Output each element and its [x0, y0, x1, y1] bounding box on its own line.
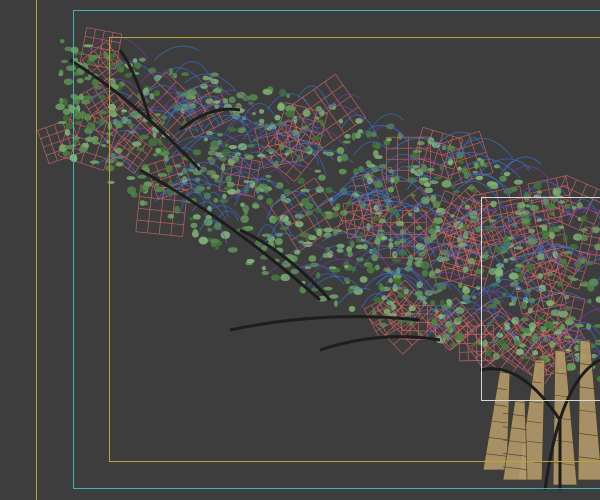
leaf	[57, 121, 68, 125]
leaf	[63, 78, 74, 86]
leaf	[62, 98, 68, 106]
region-render-frame	[481, 197, 600, 401]
leaf	[60, 59, 68, 64]
safe-frame-line	[36, 0, 37, 500]
leaf	[64, 144, 74, 150]
leaf	[62, 114, 70, 122]
leaf	[59, 39, 65, 44]
3d-viewport[interactable]	[0, 0, 600, 500]
leaf	[64, 129, 71, 136]
leaf	[62, 108, 71, 115]
leaf	[58, 72, 64, 77]
